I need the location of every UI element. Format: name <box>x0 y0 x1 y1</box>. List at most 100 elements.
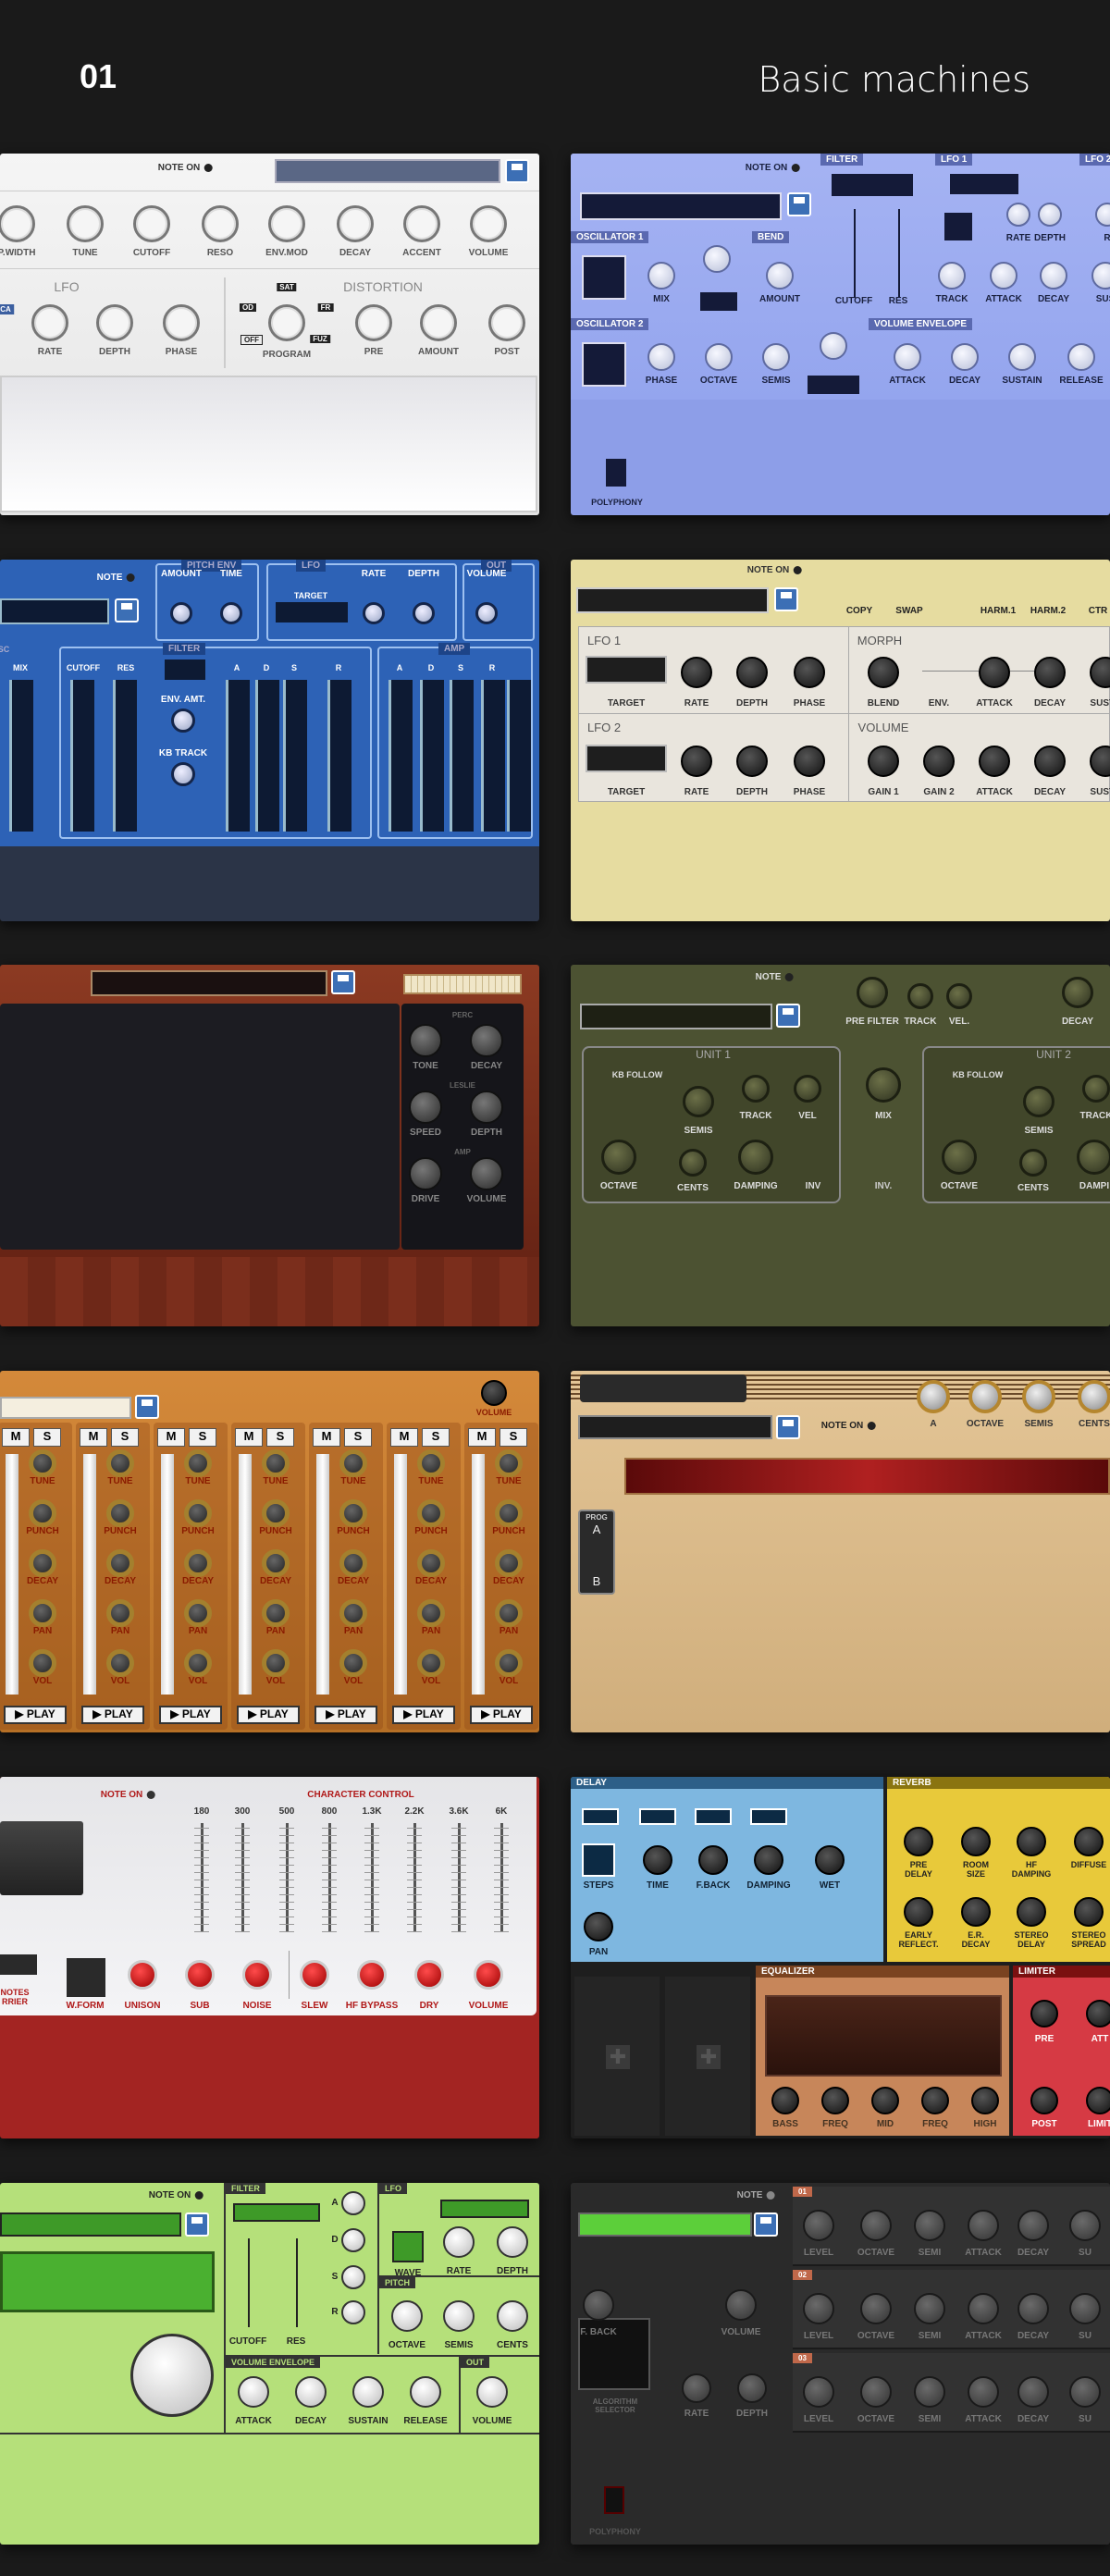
drum-vol-knob[interactable] <box>106 1649 134 1677</box>
reverb-stereo-spread-knob[interactable] <box>1074 1897 1104 1927</box>
preset-display-top[interactable] <box>580 1374 746 1402</box>
drum-vol-knob[interactable] <box>417 1649 445 1677</box>
top-vel-knob[interactable] <box>946 983 972 1009</box>
op2-attack-knob[interactable] <box>968 2293 999 2324</box>
drawbar-area[interactable] <box>0 1004 400 1250</box>
delay-time-knob[interactable] <box>643 1845 672 1875</box>
eq-mid-knob[interactable] <box>871 2087 899 2114</box>
solo-button[interactable]: S <box>422 1428 450 1447</box>
venv-decay-knob[interactable] <box>951 343 979 371</box>
char-slew-knob[interactable] <box>300 1960 329 1990</box>
drum-pan-knob[interactable] <box>106 1599 134 1627</box>
morph-attack-knob[interactable] <box>979 657 1010 688</box>
drum-pan-knob[interactable] <box>184 1599 212 1627</box>
pitch-cents-knob[interactable] <box>497 2300 528 2332</box>
u2-track-knob[interactable] <box>1082 1075 1110 1103</box>
f-back-knob[interactable] <box>583 2289 614 2321</box>
eq-high-knob[interactable] <box>971 2087 999 2114</box>
pre-filter-knob[interactable] <box>857 977 888 1008</box>
mute-button[interactable]: M <box>235 1428 263 1447</box>
play-button[interactable]: ▶ PLAY <box>159 1706 222 1724</box>
channel-fader[interactable] <box>316 1454 329 1695</box>
drum-pan-knob[interactable] <box>417 1599 445 1627</box>
osc2-fine-knob[interactable] <box>820 332 847 360</box>
display[interactable] <box>0 1821 83 1895</box>
lfo-depth-knob[interactable] <box>96 304 133 341</box>
vol-attack-knob[interactable] <box>979 746 1010 777</box>
save-icon[interactable] <box>774 587 798 611</box>
drum-punch-knob[interactable] <box>495 1499 523 1527</box>
op2-octave-knob[interactable] <box>860 2293 892 2324</box>
add-left-icon[interactable]: ✚ <box>606 2045 630 2069</box>
wave-button[interactable] <box>392 2231 424 2262</box>
drum-pan-knob[interactable] <box>495 1599 523 1627</box>
drum-tune-knob[interactable] <box>29 1449 56 1477</box>
channel-fader[interactable] <box>6 1454 18 1695</box>
wave-display[interactable] <box>624 1458 1110 1495</box>
delay-f-back-knob[interactable] <box>698 1845 728 1875</box>
play-button[interactable]: ▶ PLAY <box>392 1706 455 1724</box>
play-button[interactable]: ▶ PLAY <box>237 1706 300 1724</box>
reverb-e-r-decay-knob[interactable] <box>961 1897 991 1927</box>
drum-vol-knob[interactable] <box>495 1649 523 1677</box>
polyphony-button[interactable] <box>604 2486 624 2514</box>
fm-volume-knob[interactable] <box>725 2289 757 2321</box>
drum-punch-knob[interactable] <box>417 1499 445 1527</box>
osc1-detune-knob[interactable] <box>703 245 731 273</box>
venv-sustain-knob[interactable] <box>352 2376 384 2408</box>
main-dial[interactable] <box>130 2334 214 2417</box>
adsr-d-knob[interactable] <box>341 2228 365 2252</box>
slider[interactable] <box>450 680 474 832</box>
cutoff-slider[interactable] <box>854 209 856 298</box>
channel-fader[interactable] <box>394 1454 407 1695</box>
drum-vol-knob[interactable] <box>339 1649 367 1677</box>
op1-semi-knob[interactable] <box>914 2210 945 2241</box>
delay-damping-knob[interactable] <box>754 1845 783 1875</box>
add-right-icon[interactable]: ✚ <box>697 2045 721 2069</box>
organ-decay-knob[interactable] <box>470 1024 503 1057</box>
reverb-room-size-knob[interactable] <box>961 1827 991 1856</box>
slider[interactable] <box>481 680 505 832</box>
drum-decay-knob[interactable] <box>495 1549 523 1577</box>
bend-display[interactable] <box>700 292 737 311</box>
eq-bass-knob[interactable] <box>771 2087 799 2114</box>
slider[interactable] <box>388 680 413 832</box>
char-noise-knob[interactable] <box>242 1960 272 1990</box>
u1-vel-knob[interactable] <box>794 1075 821 1103</box>
pitch-semis-knob[interactable] <box>443 2300 475 2332</box>
dist-post-knob[interactable] <box>488 304 525 341</box>
swap-button[interactable]: SWAP <box>895 606 922 616</box>
channel-fader[interactable] <box>239 1454 252 1695</box>
adsr-r-knob[interactable] <box>341 2300 365 2324</box>
bend-amount-knob[interactable] <box>766 262 794 290</box>
filter-display[interactable] <box>832 174 913 196</box>
slider[interactable] <box>255 680 279 832</box>
drum-punch-knob[interactable] <box>339 1499 367 1527</box>
delay-steps-button[interactable] <box>582 1843 615 1877</box>
morph-decay-knob[interactable] <box>1034 657 1066 688</box>
tan-octave-knob[interactable] <box>968 1380 1002 1413</box>
delay-step-toggle[interactable] <box>750 1808 787 1825</box>
harm-1-button[interactable]: HARM.1 <box>980 606 1016 616</box>
osc2-semis-knob[interactable] <box>762 343 790 371</box>
lfo2-rate-knob[interactable] <box>681 746 712 777</box>
dist-amount-knob[interactable] <box>420 304 457 341</box>
lfo-target-display[interactable] <box>276 602 348 622</box>
op3-decay-knob[interactable] <box>1018 2376 1049 2408</box>
env1-decay-knob[interactable] <box>1040 262 1067 290</box>
save-icon[interactable] <box>185 2212 209 2237</box>
lfo1-wave[interactable] <box>944 213 972 240</box>
env1-track-knob[interactable] <box>938 262 966 290</box>
filter-type-display[interactable] <box>165 659 205 680</box>
drum-tune-knob[interactable] <box>184 1449 212 1477</box>
filter-display[interactable] <box>233 2203 320 2222</box>
save-icon[interactable] <box>787 192 811 216</box>
u1-semis-knob[interactable] <box>683 1086 714 1117</box>
ctr-button[interactable]: CTR <box>1089 606 1108 616</box>
res-slider[interactable] <box>898 209 900 298</box>
pitch-amount-knob[interactable] <box>170 602 192 624</box>
u2-octave-knob[interactable] <box>942 1140 977 1175</box>
op1-su-knob[interactable] <box>1069 2210 1101 2241</box>
venv-decay-knob[interactable] <box>295 2376 327 2408</box>
reverb-hf-damping-knob[interactable] <box>1017 1827 1046 1856</box>
